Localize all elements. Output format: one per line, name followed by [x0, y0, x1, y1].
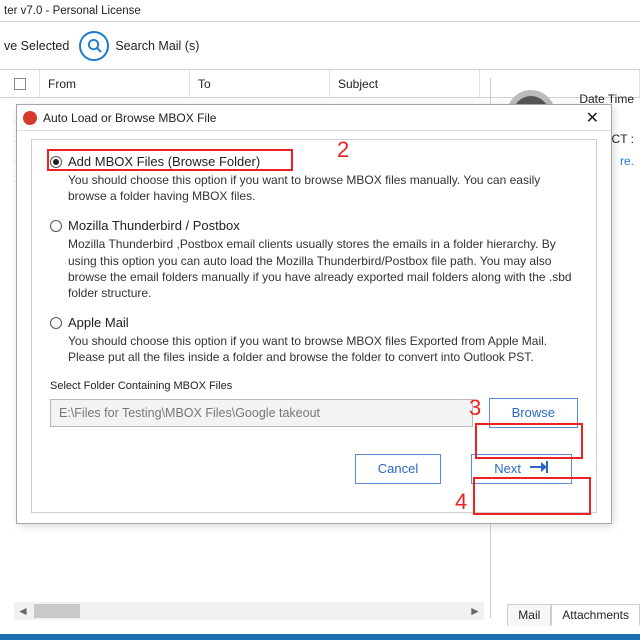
- folder-path-input[interactable]: [50, 399, 473, 427]
- remove-selected-button[interactable]: ve Selected: [4, 39, 69, 53]
- tab-mail[interactable]: Mail: [507, 604, 551, 626]
- search-mail-label: Search Mail (s): [115, 39, 199, 53]
- close-icon[interactable]: ✕: [580, 108, 605, 128]
- search-icon: [79, 31, 109, 61]
- tab-attachments[interactable]: Attachments: [551, 604, 640, 626]
- checkbox-icon: [14, 78, 26, 90]
- search-mail-button[interactable]: Search Mail (s): [79, 31, 199, 61]
- option-apple-mail[interactable]: Apple Mail You should choose this option…: [50, 315, 578, 365]
- app-icon: [23, 111, 37, 125]
- option-apple-mail-label: Apple Mail: [68, 315, 129, 330]
- column-to[interactable]: To: [190, 70, 330, 97]
- scroll-right-icon[interactable]: ►: [466, 602, 484, 620]
- scroll-left-icon[interactable]: ◄: [14, 602, 32, 620]
- option-thunderbird-desc: Mozilla Thunderbird ,Postbox email clien…: [68, 236, 578, 301]
- option-thunderbird[interactable]: Mozilla Thunderbird / Postbox Mozilla Th…: [50, 218, 578, 301]
- window-title-text: ter v7.0 - Personal License: [4, 5, 141, 17]
- select-all-checkbox[interactable]: [0, 70, 40, 97]
- arrow-right-icon: [529, 460, 549, 477]
- folder-field-label: Select Folder Containing MBOX Files: [50, 380, 578, 392]
- browse-button[interactable]: Browse: [489, 398, 578, 428]
- window-title: ter v7.0 - Personal License: [0, 0, 640, 22]
- dialog-titlebar: Auto Load or Browse MBOX File ✕: [17, 105, 611, 131]
- dialog-body: Add MBOX Files (Browse Folder) You shoul…: [31, 139, 597, 513]
- ct-label: CT :: [612, 132, 634, 146]
- accent-bar: [0, 634, 640, 640]
- radio-icon[interactable]: [50, 317, 62, 329]
- cancel-button[interactable]: Cancel: [355, 454, 441, 484]
- radio-icon[interactable]: [50, 220, 62, 232]
- next-button[interactable]: Next: [471, 454, 572, 484]
- scroll-thumb[interactable]: [34, 604, 80, 618]
- preview-link[interactable]: re.: [620, 154, 634, 168]
- dialog-title-text: Auto Load or Browse MBOX File: [43, 111, 216, 125]
- option-add-mbox-label: Add MBOX Files (Browse Folder): [68, 154, 260, 169]
- browse-dialog: Auto Load or Browse MBOX File ✕ Add MBOX…: [16, 104, 612, 524]
- remove-selected-label: ve Selected: [4, 39, 69, 53]
- option-add-mbox[interactable]: Add MBOX Files (Browse Folder) You shoul…: [50, 154, 578, 204]
- horizontal-scrollbar[interactable]: ◄ ►: [14, 602, 484, 620]
- radio-icon[interactable]: [50, 156, 62, 168]
- option-thunderbird-label: Mozilla Thunderbird / Postbox: [68, 218, 240, 233]
- toolbar: ve Selected Search Mail (s): [0, 22, 640, 70]
- option-add-mbox-desc: You should choose this option if you wan…: [68, 172, 578, 204]
- preview-tabs: Mail Attachments: [507, 604, 640, 626]
- column-from[interactable]: From: [40, 70, 190, 97]
- column-subject[interactable]: Subject: [330, 70, 480, 97]
- option-apple-mail-desc: You should choose this option if you wan…: [68, 333, 578, 365]
